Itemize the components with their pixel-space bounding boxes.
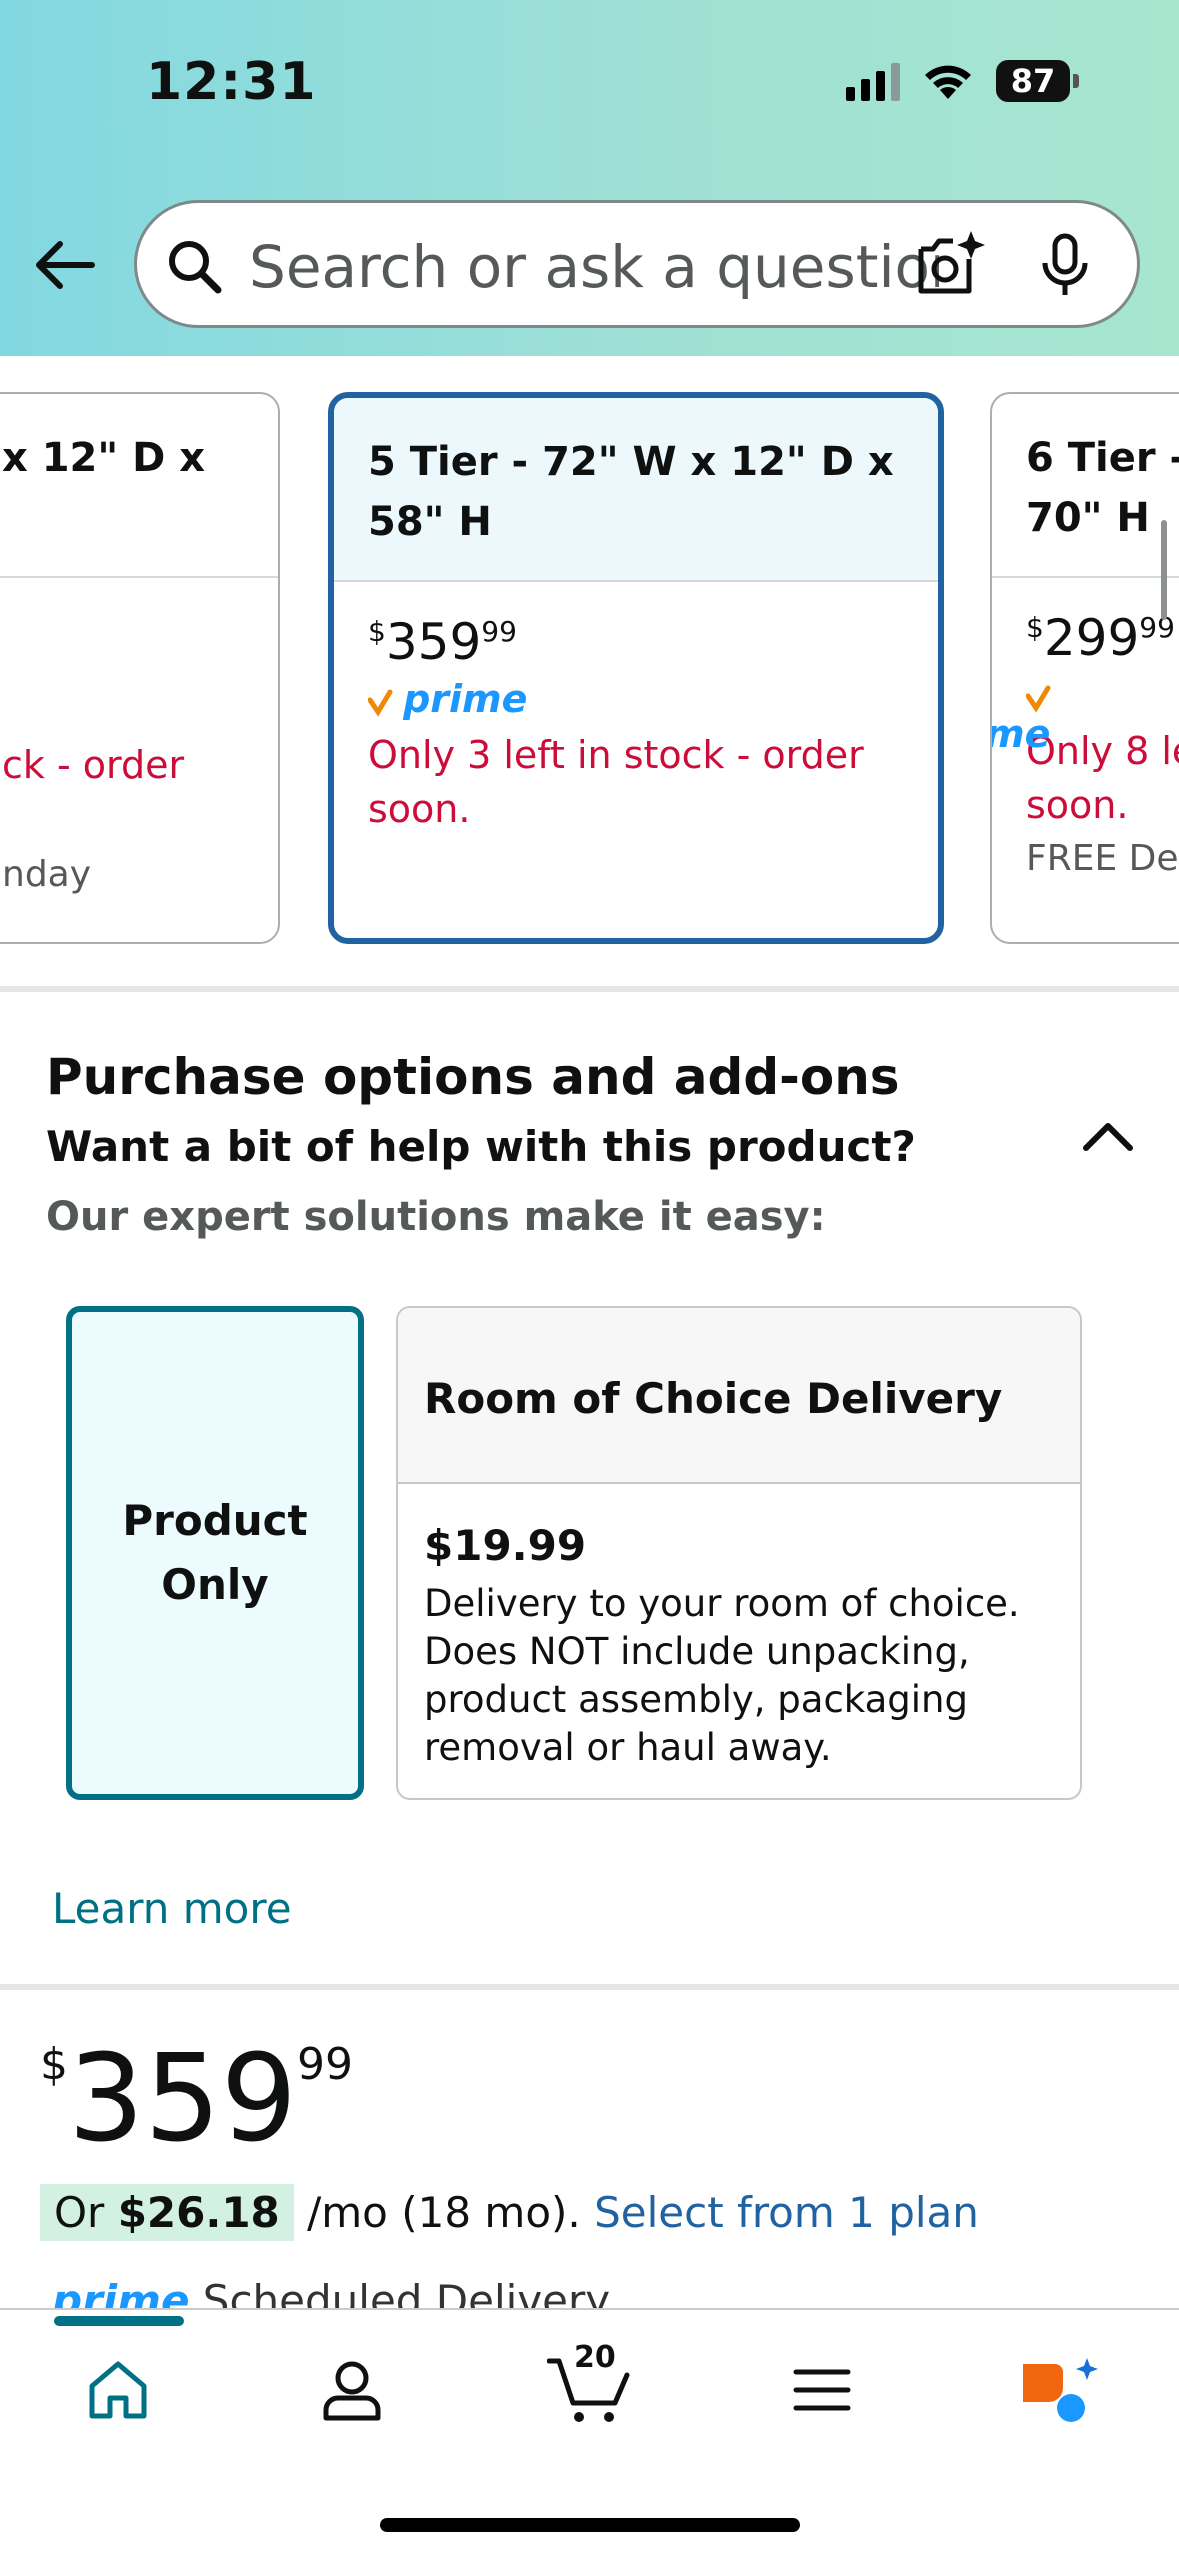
prime-text: prime (52, 2276, 190, 2312)
product-only-option[interactable]: Product Only (66, 1306, 364, 1800)
camera-lens-icon[interactable] (913, 229, 989, 301)
stock-line: soon. (368, 787, 471, 831)
prime-logo: prime (992, 674, 1179, 756)
monthly-amount: $26.18 (117, 2188, 280, 2237)
section-divider (0, 986, 1179, 992)
home-icon (89, 2361, 147, 2419)
search-input[interactable]: Search or ask a question (249, 233, 939, 301)
scheduled-delivery-text: Scheduled Delivery (202, 2276, 611, 2312)
description-line: Does NOT include unpacking, (424, 1630, 970, 1673)
microphone-icon[interactable] (1037, 233, 1093, 299)
active-tab-indicator (54, 2316, 184, 2326)
monthly-amount-highlight: Or $26.18 (40, 2184, 294, 2241)
nav-home[interactable] (68, 2340, 168, 2440)
delivery-message: nday (2, 854, 92, 895)
room-of-choice-option[interactable]: Room of Choice Delivery $19.99 Delivery … (396, 1306, 1082, 1800)
room-option-title: Room of Choice Delivery (398, 1308, 1080, 1484)
prime-text: prime (990, 712, 1051, 756)
status-time: 12:31 (146, 52, 317, 112)
rufus-assistant-icon (1023, 2358, 1098, 2422)
room-option-price: $19.99 (424, 1521, 587, 1570)
stock-line: soon. (1026, 783, 1129, 827)
description-line: product assembly, packaging (424, 1678, 968, 1721)
variant-title-line: 6 Tier - (1026, 435, 1179, 481)
monthly-payment: Or $26.18 /mo (18 mo). Select from 1 pla… (40, 2184, 979, 2241)
variant-card[interactable]: 6 Tier - 70" H $29999 prime Only 8 le so… (990, 392, 1179, 944)
scrollbar[interactable] (1161, 520, 1167, 620)
variant-title-line: 5 Tier - 72" W x 12" D x (368, 439, 894, 485)
help-subtitle: Our expert solutions make it easy: (46, 1194, 826, 1240)
cart-count-badge: 20 (574, 2340, 616, 2375)
variant-title: 6 Tier - 70" H (992, 394, 1179, 578)
price-cents: 99 (297, 2039, 354, 2090)
help-heading: Want a bit of help with this product? (46, 1122, 916, 1171)
chevron-up-icon[interactable] (1080, 1116, 1136, 1156)
product-page: 12:31 87 Search or ask a question x 12" … (0, 0, 1179, 2556)
product-only-label: Product Only (122, 1489, 307, 1617)
prime-text: prime (403, 677, 528, 721)
battery-level: 87 (996, 60, 1070, 102)
header: 12:31 87 Search or ask a question (0, 0, 1179, 356)
description-line: removal or haul away. (424, 1726, 832, 1769)
nav-rufus[interactable] (1008, 2340, 1108, 2440)
user-icon (323, 2361, 381, 2421)
option-label-line: Product (122, 1496, 308, 1545)
price-symbol: $ (368, 615, 386, 648)
variant-price: $29999 (1026, 608, 1179, 668)
search-bar[interactable]: Search or ask a question (134, 200, 1140, 328)
hamburger-menu-icon (793, 2369, 851, 2411)
status-icons: 87 (846, 60, 1079, 102)
stock-message: Only 3 left in stock - order soon. (368, 728, 904, 836)
select-plan-link[interactable]: Select from 1 plan (594, 2188, 979, 2237)
price-symbol: $ (40, 2039, 68, 2090)
monthly-suffix: /mo (18 mo). (293, 2188, 595, 2237)
battery-icon: 87 (996, 60, 1079, 102)
learn-more-link[interactable]: Learn more (52, 1884, 292, 1933)
prime-scheduled-delivery: prime Scheduled Delivery (52, 2276, 610, 2312)
price-symbol: $ (1026, 611, 1044, 644)
nav-account[interactable] (302, 2340, 402, 2440)
main-price: $35999 (40, 2030, 353, 2170)
back-arrow-icon[interactable] (30, 230, 100, 300)
delivery-message: FREE Del (1026, 838, 1179, 879)
variant-title: x 12" D x (0, 394, 278, 578)
variant-card-selected[interactable]: 5 Tier - 72" W x 12" D x 58" H $35999 pr… (328, 392, 944, 944)
price-whole: 299 (1043, 609, 1140, 667)
purchase-options-title: Purchase options and add-ons (46, 1048, 900, 1106)
section-divider (0, 1984, 1179, 1990)
home-indicator[interactable] (380, 2518, 800, 2532)
variant-card[interactable]: x 12" D x ck - order nday (0, 392, 280, 944)
wifi-icon (925, 65, 971, 99)
room-option-description: Delivery to your room of choice. Does NO… (424, 1580, 1054, 1772)
prime-logo: prime (367, 677, 904, 728)
price-cents: 99 (1139, 611, 1175, 644)
cellular-signal-icon (846, 61, 900, 101)
variant-price: $35999 (368, 612, 904, 672)
nav-menu[interactable] (772, 2340, 872, 2440)
price-whole: 359 (68, 2030, 298, 2169)
variant-carousel[interactable]: x 12" D x ck - order nday 5 Tier - 72" W… (0, 392, 1179, 952)
description-line: Delivery to your room of choice. (424, 1582, 1020, 1625)
price-whole: 359 (385, 613, 482, 671)
option-label-line: Only (161, 1560, 269, 1609)
stock-message: ck - order (2, 743, 185, 787)
stock-line: Only 3 left in stock - order (368, 733, 864, 777)
variant-title-line: 58" H (368, 499, 492, 545)
monthly-prefix: Or (54, 2188, 118, 2237)
variant-title: 5 Tier - 72" W x 12" D x 58" H (334, 398, 938, 582)
search-icon (169, 241, 222, 294)
variant-title-line: 70" H (1026, 495, 1150, 541)
price-cents: 99 (481, 615, 517, 648)
